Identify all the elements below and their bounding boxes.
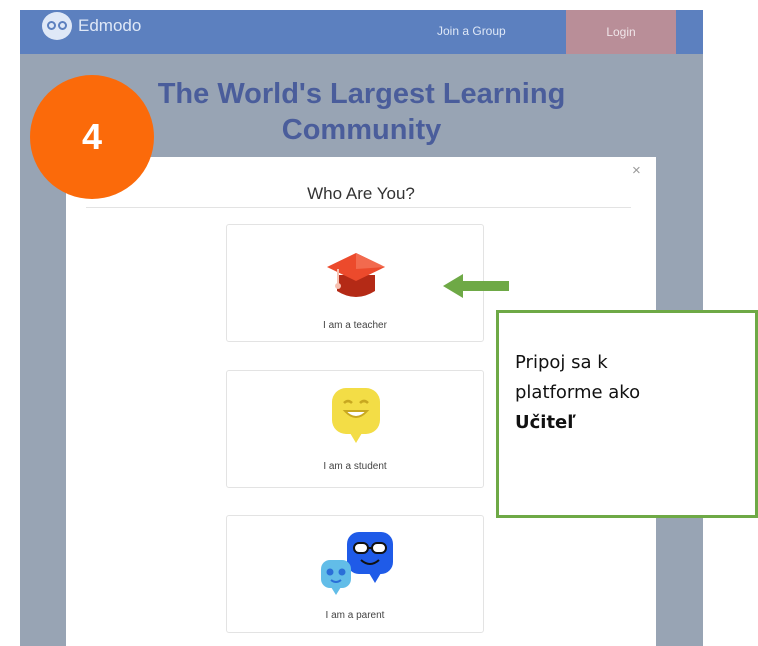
step-number-badge: 4 bbox=[30, 75, 154, 199]
parent-option-label: I am a parent bbox=[325, 610, 385, 621]
edmodo-logo[interactable]: Edmodo bbox=[42, 12, 141, 40]
student-option-card[interactable]: I am a student bbox=[226, 370, 484, 488]
green-left-arrow-icon bbox=[443, 274, 509, 298]
edmodo-logo-icon bbox=[42, 12, 72, 40]
instruction-callout: Pripoj sa k platforme ako Učiteľ bbox=[496, 310, 758, 518]
modal-divider bbox=[86, 207, 631, 208]
parent-characters-icon bbox=[321, 532, 393, 595]
callout-line3: Učiteľ bbox=[515, 412, 576, 433]
modal-title: Who Are You? bbox=[307, 184, 415, 203]
logo-text: Edmodo bbox=[78, 16, 142, 35]
modal-close-button[interactable]: × bbox=[632, 162, 641, 179]
student-smiley-icon bbox=[332, 388, 380, 443]
login-button[interactable]: Login bbox=[566, 10, 676, 54]
parent-option-card[interactable]: I am a parent bbox=[226, 515, 484, 633]
callout-line1: Pripoj sa k bbox=[515, 352, 608, 373]
teacher-option-label: I am a teacher bbox=[323, 320, 387, 331]
student-option-label: I am a student bbox=[323, 461, 387, 472]
callout-line2: platforme ako bbox=[515, 382, 641, 403]
join-group-link[interactable]: Join a Group bbox=[437, 24, 506, 38]
graduation-cap-icon bbox=[327, 253, 385, 297]
top-nav-bar: Edmodo Join a Group Login bbox=[20, 10, 703, 54]
